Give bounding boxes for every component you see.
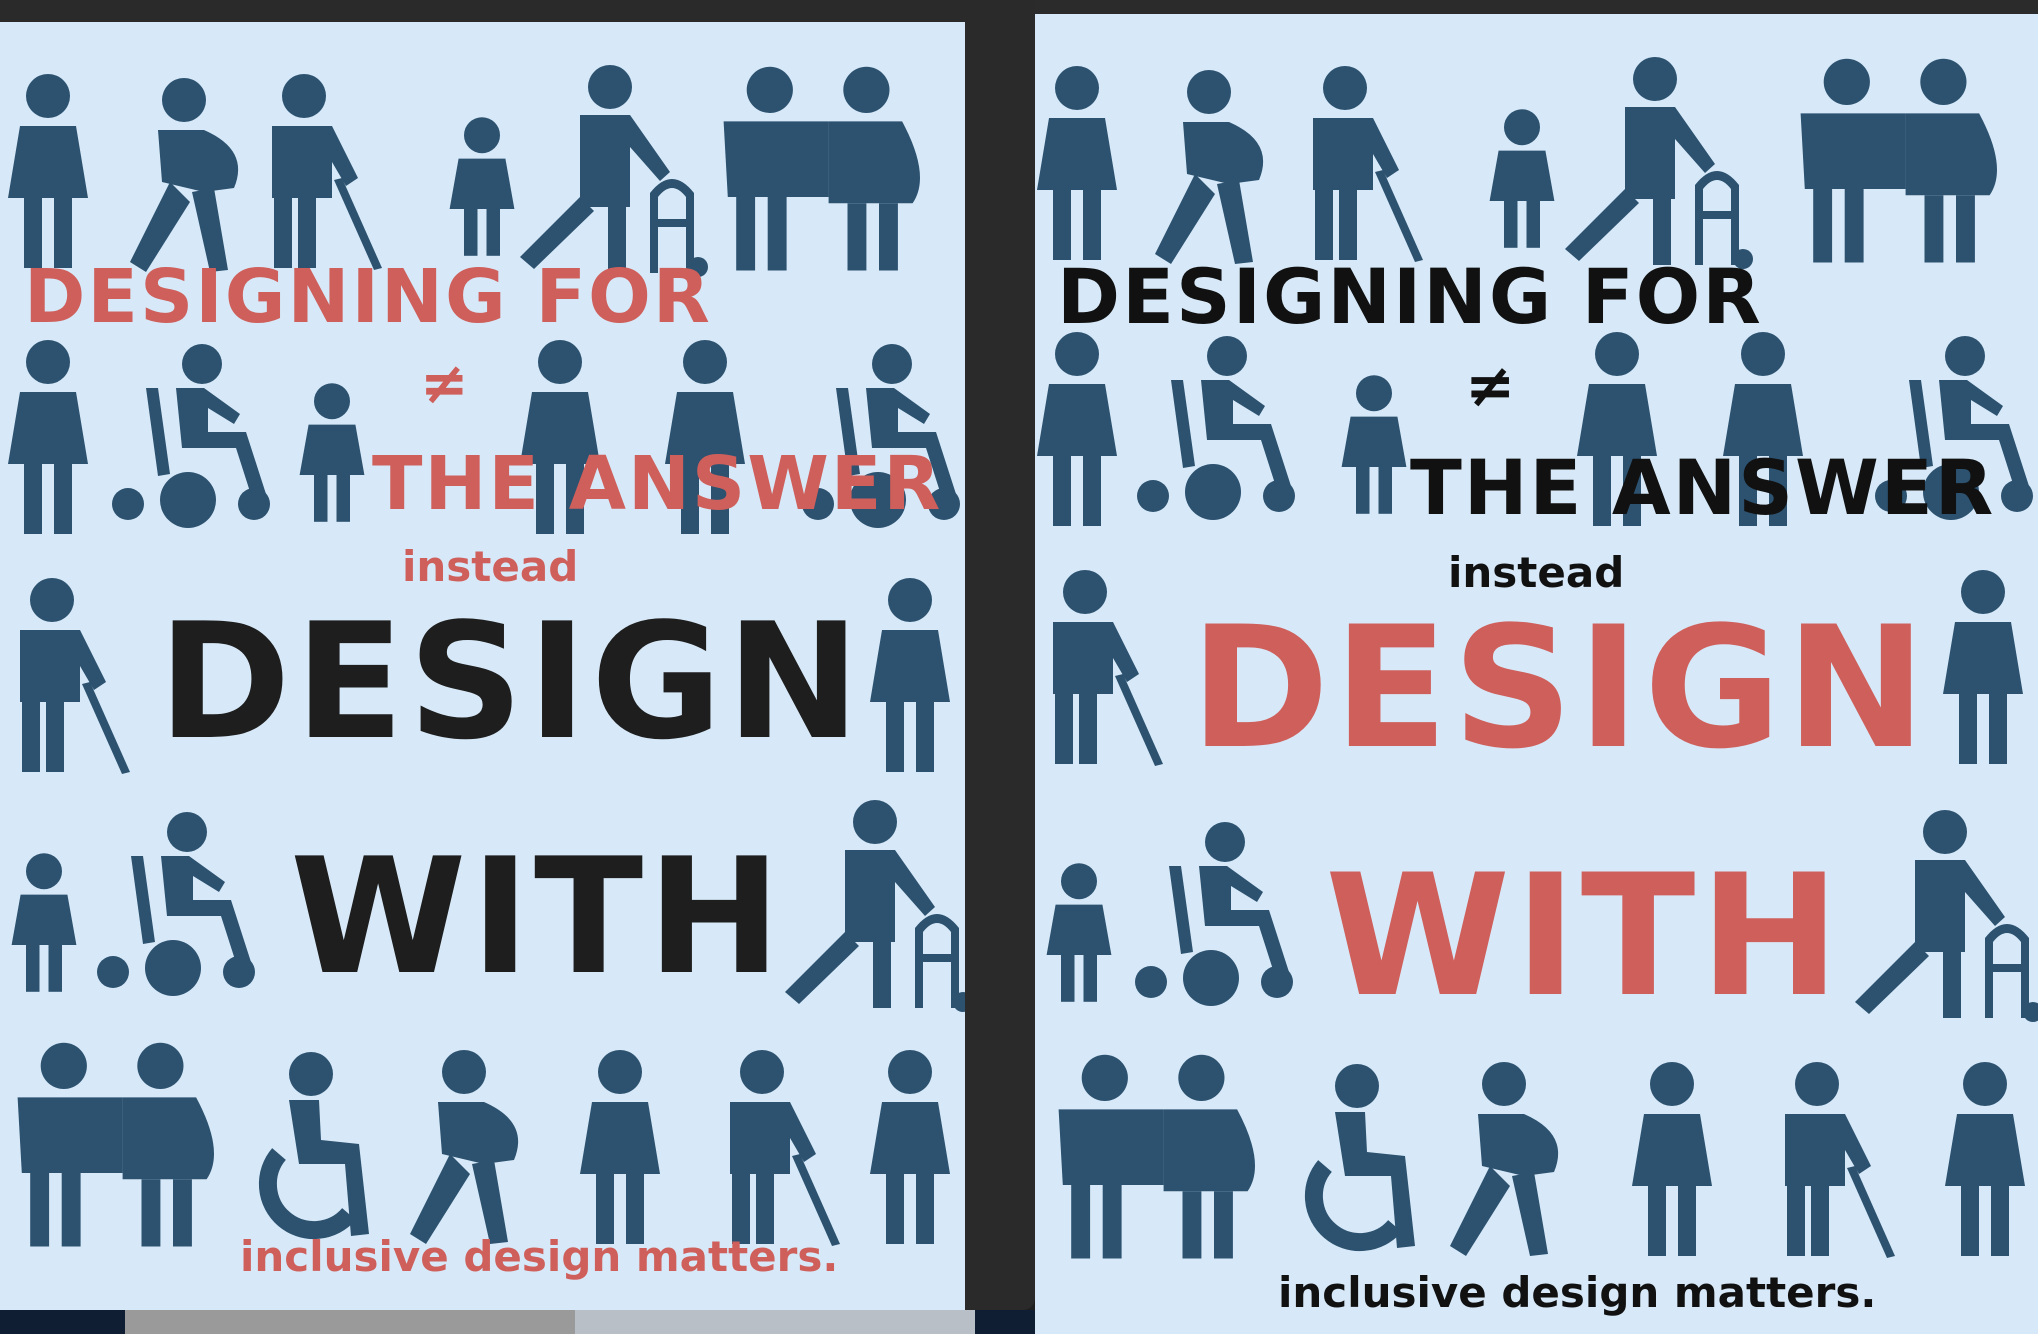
adult-figure-icon [8, 340, 88, 534]
with-word: WITH [1325, 838, 1845, 1034]
couple-figure-icon [1800, 58, 1997, 263]
cane-figure-icon [1785, 1062, 1895, 1258]
poster-right: DESIGNING FOR ≠ THE ANSWER instead DESIG… [1035, 14, 2038, 1334]
pregnant-figure-icon [130, 78, 239, 272]
access-figure-icon [1304, 1064, 1415, 1252]
instead-label: instead [402, 542, 579, 591]
not-equal-sign: ≠ [420, 349, 469, 417]
poster-left: DESIGNING FOR ≠ THE ANSWER instead DESIG… [0, 22, 965, 1310]
access-figure-icon [258, 1052, 369, 1240]
headline-the-answer: THE ANSWER [372, 441, 943, 527]
adult-figure-icon [1945, 1062, 2025, 1256]
instead-label: instead [1448, 548, 1625, 597]
footer-tagline: inclusive design matters. [240, 1232, 839, 1281]
headline-designing-for: DESIGNING FOR [1057, 252, 1763, 341]
footer-tagline: inclusive design matters. [1278, 1268, 1877, 1317]
cane-figure-icon [272, 74, 382, 270]
cane-figure-icon [730, 1050, 840, 1246]
pregnant-figure-icon [410, 1050, 519, 1244]
walker-figure-icon [520, 65, 708, 277]
not-equal-sign: ≠ [1465, 351, 1516, 421]
child-figure-icon [11, 853, 77, 992]
walker-figure-icon [1565, 57, 1753, 269]
top-window-strip [1035, 0, 2038, 14]
adult-figure-icon [1632, 1062, 1712, 1256]
couple-figure-icon [1058, 1054, 1255, 1259]
wheel-figure-icon [1135, 822, 1293, 1006]
headline-the-answer: THE ANSWER [1410, 443, 1996, 532]
child-figure-icon [449, 117, 515, 256]
couple-figure-icon [17, 1042, 214, 1247]
adult-figure-icon [870, 1050, 950, 1244]
bottom-window-strip [0, 1310, 1035, 1334]
wheel-figure-icon [1137, 336, 1295, 520]
design-word: DESIGN [158, 588, 865, 775]
adult-figure-icon [1037, 66, 1117, 260]
child-figure-icon [1046, 863, 1112, 1002]
wheel-figure-icon [112, 344, 270, 528]
wheel-figure-icon [97, 812, 255, 996]
pregnant-figure-icon [1450, 1062, 1559, 1256]
cane-figure-icon [20, 578, 130, 774]
walker-figure-icon [785, 800, 965, 1012]
adult-figure-icon [8, 74, 88, 268]
cane-figure-icon [1053, 570, 1163, 766]
adult-figure-icon [580, 1050, 660, 1244]
walker-figure-icon [1855, 810, 2038, 1022]
adult-figure-icon [1037, 332, 1117, 526]
child-figure-icon [1489, 109, 1555, 248]
child-figure-icon [299, 383, 365, 522]
headline-designing-for: DESIGNING FOR [24, 254, 712, 340]
couple-figure-icon [723, 66, 920, 271]
design-word: DESIGN [1190, 590, 1931, 786]
child-figure-icon [1341, 375, 1407, 514]
cane-figure-icon [1313, 66, 1423, 262]
pregnant-figure-icon [1155, 70, 1264, 264]
with-word: WITH [290, 823, 786, 1010]
adult-figure-icon [870, 578, 950, 772]
adult-figure-icon [1943, 570, 2023, 764]
